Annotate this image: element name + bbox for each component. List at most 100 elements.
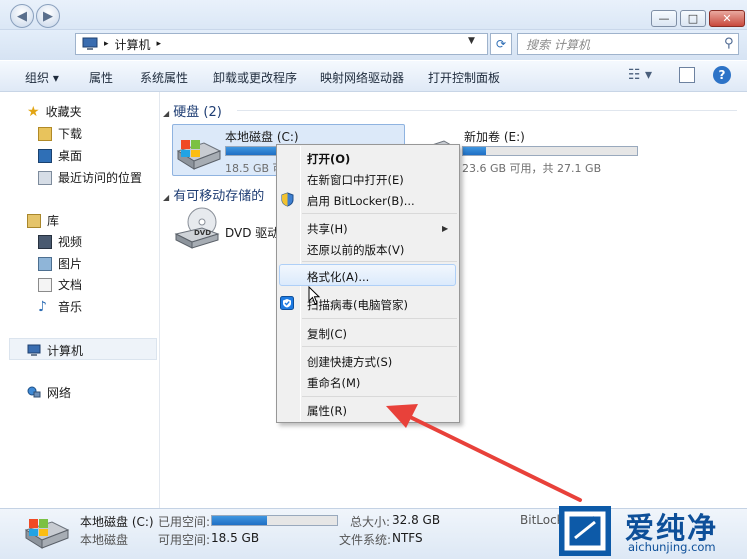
sidebar-item-label: 文档 <box>58 278 83 292</box>
details-fs-label: 文件系统: <box>339 533 392 547</box>
library-icon <box>27 213 41 228</box>
menu-separator <box>302 318 457 319</box>
menu-item-rename[interactable]: 重命名(M) <box>307 375 360 391</box>
map-network-drive-button[interactable]: 映射网络驱动器 <box>320 69 404 86</box>
menu-item-open[interactable]: 打开(O) <box>307 151 350 167</box>
back-arrow-icon: ◀ <box>17 8 27 24</box>
music-icon: ♪ <box>38 298 47 315</box>
dvd-drive-icon: DVD <box>174 207 220 249</box>
title-bar <box>0 0 747 30</box>
sidebar-item-network[interactable]: 网络 <box>27 384 71 401</box>
sidebar-item-videos[interactable]: 视频 <box>38 233 82 250</box>
sidebar-item-computer[interactable]: 计算机 <box>27 342 83 359</box>
drive-c-free-text: 18.5 GB 可 <box>225 162 284 175</box>
menu-separator <box>302 346 457 347</box>
organize-button[interactable]: 组织 ▾ <box>25 69 59 86</box>
antivirus-shield-icon <box>280 296 294 310</box>
forward-button[interactable]: ▶ <box>36 4 60 28</box>
sidebar-item-recent-places[interactable]: 最近访问的位置 <box>38 169 142 186</box>
annotation-arrow <box>386 404 582 502</box>
hard-disks-header[interactable]: ◢ 硬盘 (2) <box>163 101 222 120</box>
menu-item-scan-virus[interactable]: 扫描病毒(电脑管家) <box>307 297 408 313</box>
address-dropdown-icon[interactable]: ▼ <box>468 36 475 46</box>
preview-pane-icon[interactable] <box>679 67 695 83</box>
details-total-value: 32.8 GB <box>392 513 441 527</box>
sidebar-item-documents[interactable]: 文档 <box>38 276 82 293</box>
system-properties-button[interactable]: 系统属性 <box>140 69 188 86</box>
menu-separator <box>302 396 457 397</box>
menu-item-open-new-window[interactable]: 在新窗口中打开(E) <box>307 172 404 188</box>
watermark-url: aichunjing.com <box>628 540 716 554</box>
menu-separator <box>302 213 457 214</box>
sidebar-item-label: 下载 <box>58 127 83 141</box>
drive-c-usage-fill <box>226 147 276 155</box>
sidebar-favorites[interactable]: ★ 收藏夹 <box>27 103 82 120</box>
help-icon[interactable]: ? <box>713 66 731 84</box>
removable-storage-header[interactable]: ◢ 有可移动存储的 <box>163 185 264 204</box>
network-icon <box>27 386 41 398</box>
collapse-arrow-icon: ◢ <box>163 109 170 118</box>
refresh-button[interactable]: ⟳ <box>490 33 512 55</box>
details-used-label: 已用空间: <box>158 515 211 529</box>
menu-item-create-shortcut[interactable]: 创建快捷方式(S) <box>307 354 392 370</box>
details-fs-value: NTFS <box>392 531 423 545</box>
properties-button[interactable]: 属性 <box>89 69 113 86</box>
menu-item-share[interactable]: 共享(H) <box>307 221 348 237</box>
sidebar-libraries[interactable]: 库 <box>27 212 59 229</box>
change-view-icon[interactable]: ☷ ▾ <box>628 67 652 83</box>
videos-icon <box>38 234 52 249</box>
maximize-button[interactable]: □ <box>680 10 706 27</box>
search-icon[interactable]: ⚲ <box>724 36 734 51</box>
dvd-drive-label[interactable]: DVD 驱动 <box>225 224 279 241</box>
documents-icon <box>38 277 52 292</box>
menu-item-properties[interactable]: 属性(R) <box>307 403 347 419</box>
breadcrumb-separator: ▸ <box>156 39 162 49</box>
removable-storage-header-label: 有可移动存储的 <box>173 189 265 204</box>
submenu-arrow-icon: ▶ <box>442 224 449 233</box>
menu-separator <box>302 261 457 262</box>
search-input[interactable]: 搜索 计算机 <box>517 33 739 55</box>
menu-item-restore-previous-versions[interactable]: 还原以前的版本(V) <box>307 242 404 258</box>
hard-disks-header-label: 硬盘 (2) <box>173 105 222 120</box>
computer-icon <box>82 37 98 50</box>
details-drive-name: 本地磁盘 (C:) <box>80 515 154 529</box>
details-usage-bar <box>211 515 338 526</box>
section-divider <box>237 110 737 111</box>
star-icon: ★ <box>27 103 40 120</box>
details-total-label: 总大小: <box>350 515 391 529</box>
menu-item-enable-bitlocker[interactable]: 启用 BitLocker(B)... <box>307 193 415 209</box>
drive-e-usage-bar <box>462 146 638 156</box>
details-usage-fill <box>212 516 267 525</box>
recent-places-icon <box>38 170 52 185</box>
breadcrumb-separator: ▸ <box>104 39 109 49</box>
collapse-arrow-icon: ◢ <box>163 193 170 202</box>
forward-arrow-icon: ▶ <box>43 8 53 24</box>
menu-item-format[interactable]: 格式化(A)... <box>307 269 369 285</box>
watermark-logo-icon <box>564 511 606 551</box>
open-control-panel-button[interactable]: 打开控制面板 <box>428 69 500 86</box>
address-bar[interactable]: ▸ 计算机 ▸ <box>75 33 488 55</box>
uac-shield-icon <box>281 192 294 207</box>
details-free-value: 18.5 GB <box>211 531 260 545</box>
sidebar-favorites-label: 收藏夹 <box>45 105 82 119</box>
sidebar-item-music[interactable]: ♪ 音乐 <box>38 298 82 315</box>
details-bitlocker-text: BitLock <box>520 513 564 527</box>
drive-e-label[interactable]: 新加卷 (E:) <box>464 128 525 145</box>
sidebar-item-pictures[interactable]: 图片 <box>38 255 82 272</box>
sidebar-item-downloads[interactable]: 下载 <box>38 125 82 142</box>
uninstall-program-button[interactable]: 卸载或更改程序 <box>213 69 297 86</box>
computer-icon <box>27 344 41 356</box>
drive-e-free-text: 23.6 GB 可用，共 27.1 GB <box>462 162 602 175</box>
back-button[interactable]: ◀ <box>10 4 34 28</box>
minimize-button[interactable]: — <box>651 10 677 27</box>
menu-item-copy[interactable]: 复制(C) <box>307 326 347 342</box>
sidebar-item-desktop[interactable]: 桌面 <box>38 147 82 164</box>
close-button[interactable]: ✕ <box>709 10 745 27</box>
pictures-icon <box>38 256 52 271</box>
hard-drive-icon <box>24 519 70 549</box>
breadcrumb-computer[interactable]: 计算机 <box>115 36 151 53</box>
svg-text:DVD: DVD <box>194 229 211 237</box>
sidebar-item-label: 计算机 <box>47 344 84 358</box>
details-free-label: 可用空间: <box>158 533 211 547</box>
desktop-icon <box>38 148 52 163</box>
